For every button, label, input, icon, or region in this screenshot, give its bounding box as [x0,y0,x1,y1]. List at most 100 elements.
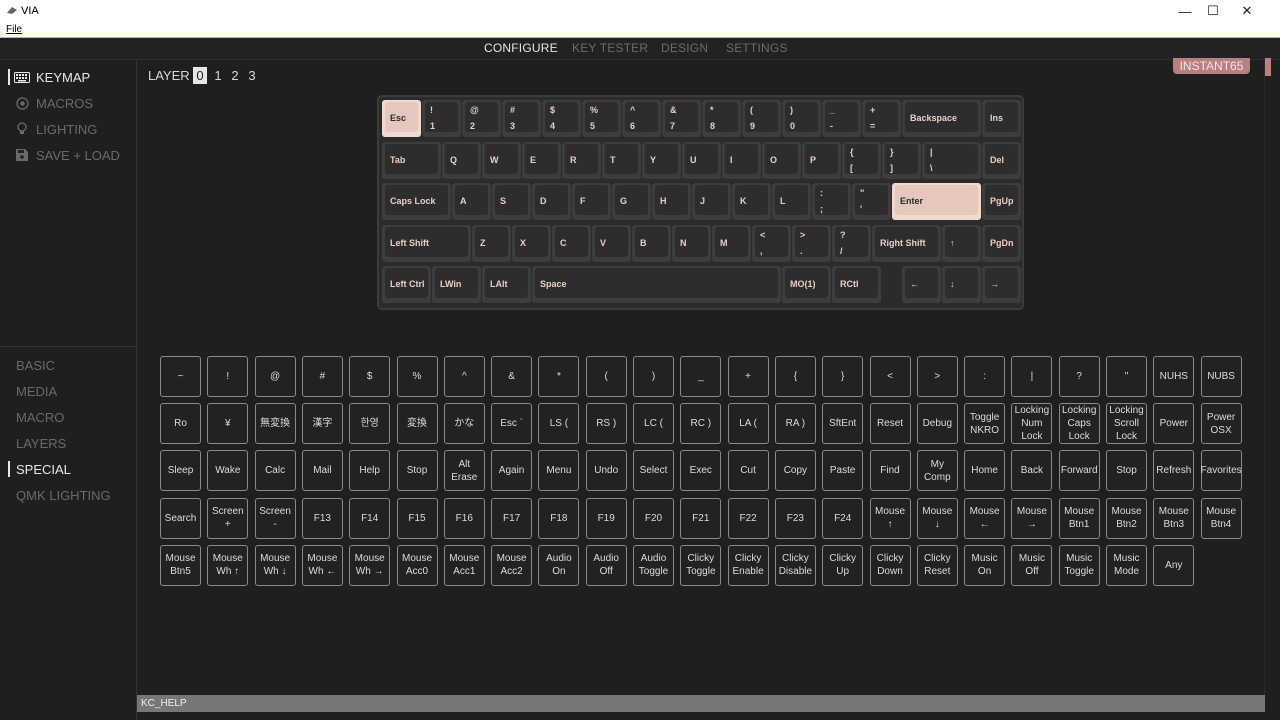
keycode-button[interactable]: F22 [727,497,769,539]
keycode-button[interactable]: F20 [633,497,674,539]
keycode-button[interactable]: Locking Caps Lock [1058,403,1100,445]
key-r1-c10[interactable]: P [802,141,841,179]
keycode-button[interactable]: Any [1153,544,1195,586]
keycode-button[interactable]: # [301,356,343,397]
key-r2-c13[interactable]: PgUp [982,183,1021,220]
keycode-button[interactable]: Mouse Wh ↓ [254,544,296,586]
keycode-button[interactable]: Stop [1106,450,1147,492]
keycode-button[interactable]: + [727,356,769,397]
key-r3-c8[interactable]: <, [752,224,791,262]
key-r2-c6[interactable]: H [652,183,691,220]
keycode-button[interactable]: F13 [301,497,343,539]
key-r2-c1[interactable]: A [452,183,491,220]
key-r4-c7[interactable]: ↓ [942,266,981,303]
keycode-button[interactable]: LS ( [538,403,580,445]
keycode-button[interactable]: Screen + [207,497,249,539]
keycode-button[interactable]: > [916,356,958,397]
key-r3-c9[interactable]: >. [792,224,831,262]
key-r1-c7[interactable]: U [682,141,721,179]
keycode-button[interactable]: Mouse Acc0 [396,544,438,586]
keycode-button[interactable]: Mouse ← [964,497,1006,539]
keycode-button[interactable]: Forward [1058,450,1100,492]
keycode-button[interactable]: & [491,356,533,397]
keycode-button[interactable]: * [538,356,580,397]
key-r0-c10[interactable]: ) 0 [782,100,821,137]
keycode-button[interactable]: Audio On [538,544,580,586]
layer-button-0[interactable]: 0 [193,67,207,84]
keycode-button[interactable]: Music Toggle [1058,544,1100,586]
keycode-button[interactable]: Mouse Btn3 [1153,497,1195,539]
keycode-button[interactable]: Menu [538,450,580,492]
keycode-button[interactable]: Clicky Disable [774,544,816,586]
key-r0-c11[interactable]: _ - [822,100,861,137]
layer-button-2[interactable]: 2 [228,67,242,84]
key-r3-c10[interactable]: ? / [832,224,871,262]
keycode-button[interactable]: { [774,356,816,397]
key-r1-c11[interactable]: {[ [842,141,881,179]
keycode-button[interactable]: RC ) [680,403,722,445]
key-r0-c13[interactable]: Backspace [902,100,981,137]
keycode-button[interactable]: F14 [349,497,391,539]
keycode-button[interactable]: Audio Off [585,544,627,586]
tab-design[interactable]: DESIGN [661,41,708,55]
keycode-button[interactable]: 変換 [396,403,438,445]
category-macro[interactable]: MACRO [8,407,64,427]
category-layers[interactable]: LAYERS [8,433,66,453]
keycode-button[interactable]: Help [349,450,391,492]
keycode-button[interactable]: Select [633,450,674,492]
key-r1-c5[interactable]: T [602,141,641,179]
keycode-button[interactable]: ~ [160,356,201,397]
keycode-button[interactable]: Clicky Up [822,544,864,586]
key-r2-c0[interactable]: Caps Lock [382,183,451,220]
key-r0-c14[interactable]: Ins [982,100,1021,137]
keycode-button[interactable]: Screen - [254,497,296,539]
key-r3-c4[interactable]: V [592,224,631,262]
key-r1-c1[interactable]: Q [442,141,481,179]
keycode-button[interactable]: Esc ` [491,403,533,445]
key-r0-c6[interactable]: ^ 6 [622,100,661,137]
keycode-button[interactable]: Toggle NKRO [964,403,1006,445]
keycode-button[interactable]: Alt Erase [443,450,485,492]
key-r1-c6[interactable]: Y [642,141,681,179]
keycode-button[interactable]: | [1011,356,1053,397]
keycode-button[interactable]: Reset [869,403,911,445]
keycode-button[interactable]: F19 [585,497,627,539]
sidebar-item-lighting[interactable]: LIGHTING [8,119,97,139]
keycode-button[interactable]: Mouse Wh → [349,544,391,586]
keycode-button[interactable]: Locking Num Lock [1011,403,1053,445]
keycode-button[interactable]: Wake [207,450,249,492]
keycode-button[interactable]: NUBS [1200,356,1242,397]
key-r2-c11[interactable]: " ' [852,183,891,220]
key-r4-c4[interactable]: MO(1) [782,266,831,303]
keycode-button[interactable]: Locking Scroll Lock [1106,403,1147,445]
layer-button-1[interactable]: 1 [211,67,225,84]
key-r4-c1[interactable]: LWin [432,266,481,303]
key-r1-c13[interactable]: | \ [922,141,981,179]
keycode-button[interactable]: Power OSX [1200,403,1242,445]
keycode-button[interactable]: ) [633,356,674,397]
keycode-button[interactable]: Mouse Wh ↑ [207,544,249,586]
keycode-button[interactable]: Mouse → [1011,497,1053,539]
key-r2-c7[interactable]: J [692,183,731,220]
keycode-button[interactable]: Back [1011,450,1053,492]
key-r2-c5[interactable]: G [612,183,651,220]
keycode-button[interactable]: F15 [396,497,438,539]
keycode-button[interactable]: Paste [822,450,864,492]
keycode-button[interactable]: Favorites [1201,450,1242,492]
keycode-button[interactable]: _ [680,356,722,397]
menu-file[interactable]: File [6,24,22,35]
keycode-button[interactable]: Clicky Reset [916,544,958,586]
key-r2-c8[interactable]: K [732,183,771,220]
keycode-button[interactable]: : [964,356,1006,397]
key-r1-c9[interactable]: O [762,141,801,179]
keycode-button[interactable]: ( [585,356,627,397]
keycode-button[interactable]: ! [207,356,249,397]
keycode-button[interactable]: Sleep [160,450,201,492]
keycode-button[interactable]: ^ [443,356,485,397]
keycode-button[interactable]: 한영 [349,403,391,445]
key-r0-c9[interactable]: (9 [742,100,781,137]
keycode-button[interactable]: F23 [774,497,816,539]
keycode-button[interactable]: Cut [727,450,769,492]
keycode-button[interactable]: 漢字 [301,403,343,445]
key-r0-c1[interactable]: ! 1 [422,100,461,137]
